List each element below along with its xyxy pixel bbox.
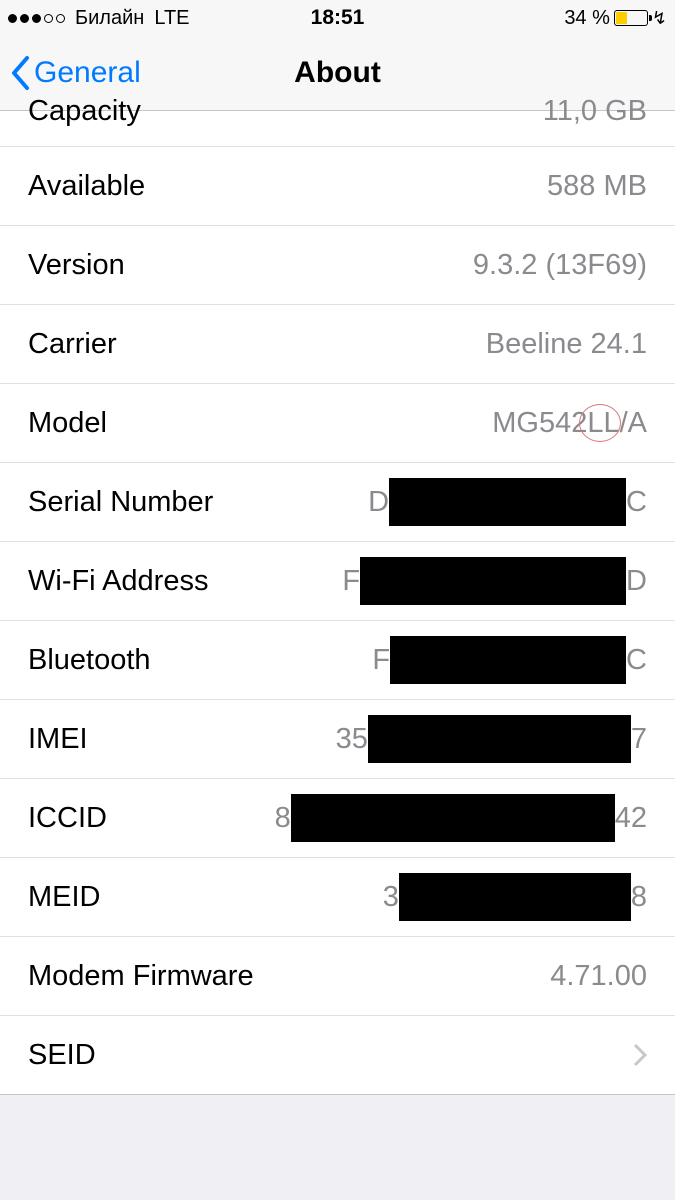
row-iccid: ICCID 8 42 xyxy=(0,779,675,858)
status-right: 34 % ↯ xyxy=(564,7,667,30)
page-title: About xyxy=(294,56,381,90)
row-wifi: Wi-Fi Address F D xyxy=(0,542,675,621)
meid-label: MEID xyxy=(28,881,101,914)
imei-label: IMEI xyxy=(28,723,88,756)
charging-icon: ↯ xyxy=(652,8,667,29)
row-modem: Modem Firmware 4.71.00 xyxy=(0,937,675,1016)
row-meid: MEID 3 8 xyxy=(0,858,675,937)
carrier-name: Билайн xyxy=(75,7,144,30)
version-value: 9.3.2 (13F69) xyxy=(473,249,647,282)
available-label: Available xyxy=(28,170,145,203)
row-seid[interactable]: SEID xyxy=(0,1016,675,1095)
row-capacity: Capacity 11,0 GB xyxy=(0,111,675,147)
status-time: 18:51 xyxy=(311,6,365,30)
model-label: Model xyxy=(28,407,107,440)
meid-value: 3 8 xyxy=(383,881,647,914)
version-label: Version xyxy=(28,249,125,282)
network-type: LTE xyxy=(154,7,189,30)
model-value: MG542LL/A xyxy=(492,407,647,440)
back-label: General xyxy=(34,56,141,90)
row-serial: Serial Number D C xyxy=(0,463,675,542)
status-bar: Билайн LTE 18:51 34 % ↯ xyxy=(0,0,675,36)
signal-strength-icon xyxy=(8,14,65,23)
iccid-label: ICCID xyxy=(28,802,107,835)
back-button[interactable]: General xyxy=(10,55,141,91)
bluetooth-label: Bluetooth xyxy=(28,644,151,677)
redaction-block xyxy=(389,478,626,526)
row-model: Model MG542LL/A xyxy=(0,384,675,463)
battery-percent: 34 % xyxy=(564,7,610,30)
redaction-block xyxy=(399,873,631,921)
capacity-value: 11,0 GB xyxy=(543,95,647,128)
redaction-block xyxy=(368,715,631,763)
carrier-value: Beeline 24.1 xyxy=(486,328,647,361)
serial-label: Serial Number xyxy=(28,486,213,519)
row-available: Available 588 MB xyxy=(0,147,675,226)
status-left: Билайн LTE xyxy=(8,7,190,30)
row-bluetooth: Bluetooth F C xyxy=(0,621,675,700)
about-list: Capacity 11,0 GB Available 588 MB Versio… xyxy=(0,111,675,1095)
iccid-value: 8 42 xyxy=(275,802,647,835)
redaction-block xyxy=(390,636,626,684)
row-carrier: Carrier Beeline 24.1 xyxy=(0,305,675,384)
available-value: 588 MB xyxy=(547,170,647,203)
wifi-value: F D xyxy=(342,565,647,598)
bluetooth-value: F C xyxy=(372,644,647,677)
chevron-right-icon xyxy=(633,1043,647,1067)
row-version: Version 9.3.2 (13F69) xyxy=(0,226,675,305)
modem-label: Modem Firmware xyxy=(28,960,254,993)
battery-icon xyxy=(614,10,648,26)
imei-value: 35 7 xyxy=(336,723,647,756)
row-imei: IMEI 35 7 xyxy=(0,700,675,779)
wifi-label: Wi-Fi Address xyxy=(28,565,208,598)
redaction-block xyxy=(291,794,615,842)
modem-value: 4.71.00 xyxy=(550,960,647,993)
back-chevron-icon xyxy=(10,55,32,91)
seid-value xyxy=(619,1043,647,1067)
seid-label: SEID xyxy=(28,1039,96,1072)
footer-space xyxy=(0,1095,675,1135)
serial-value: D C xyxy=(368,486,647,519)
carrier-label: Carrier xyxy=(28,328,117,361)
capacity-label: Capacity xyxy=(28,95,141,128)
redaction-block xyxy=(360,557,626,605)
